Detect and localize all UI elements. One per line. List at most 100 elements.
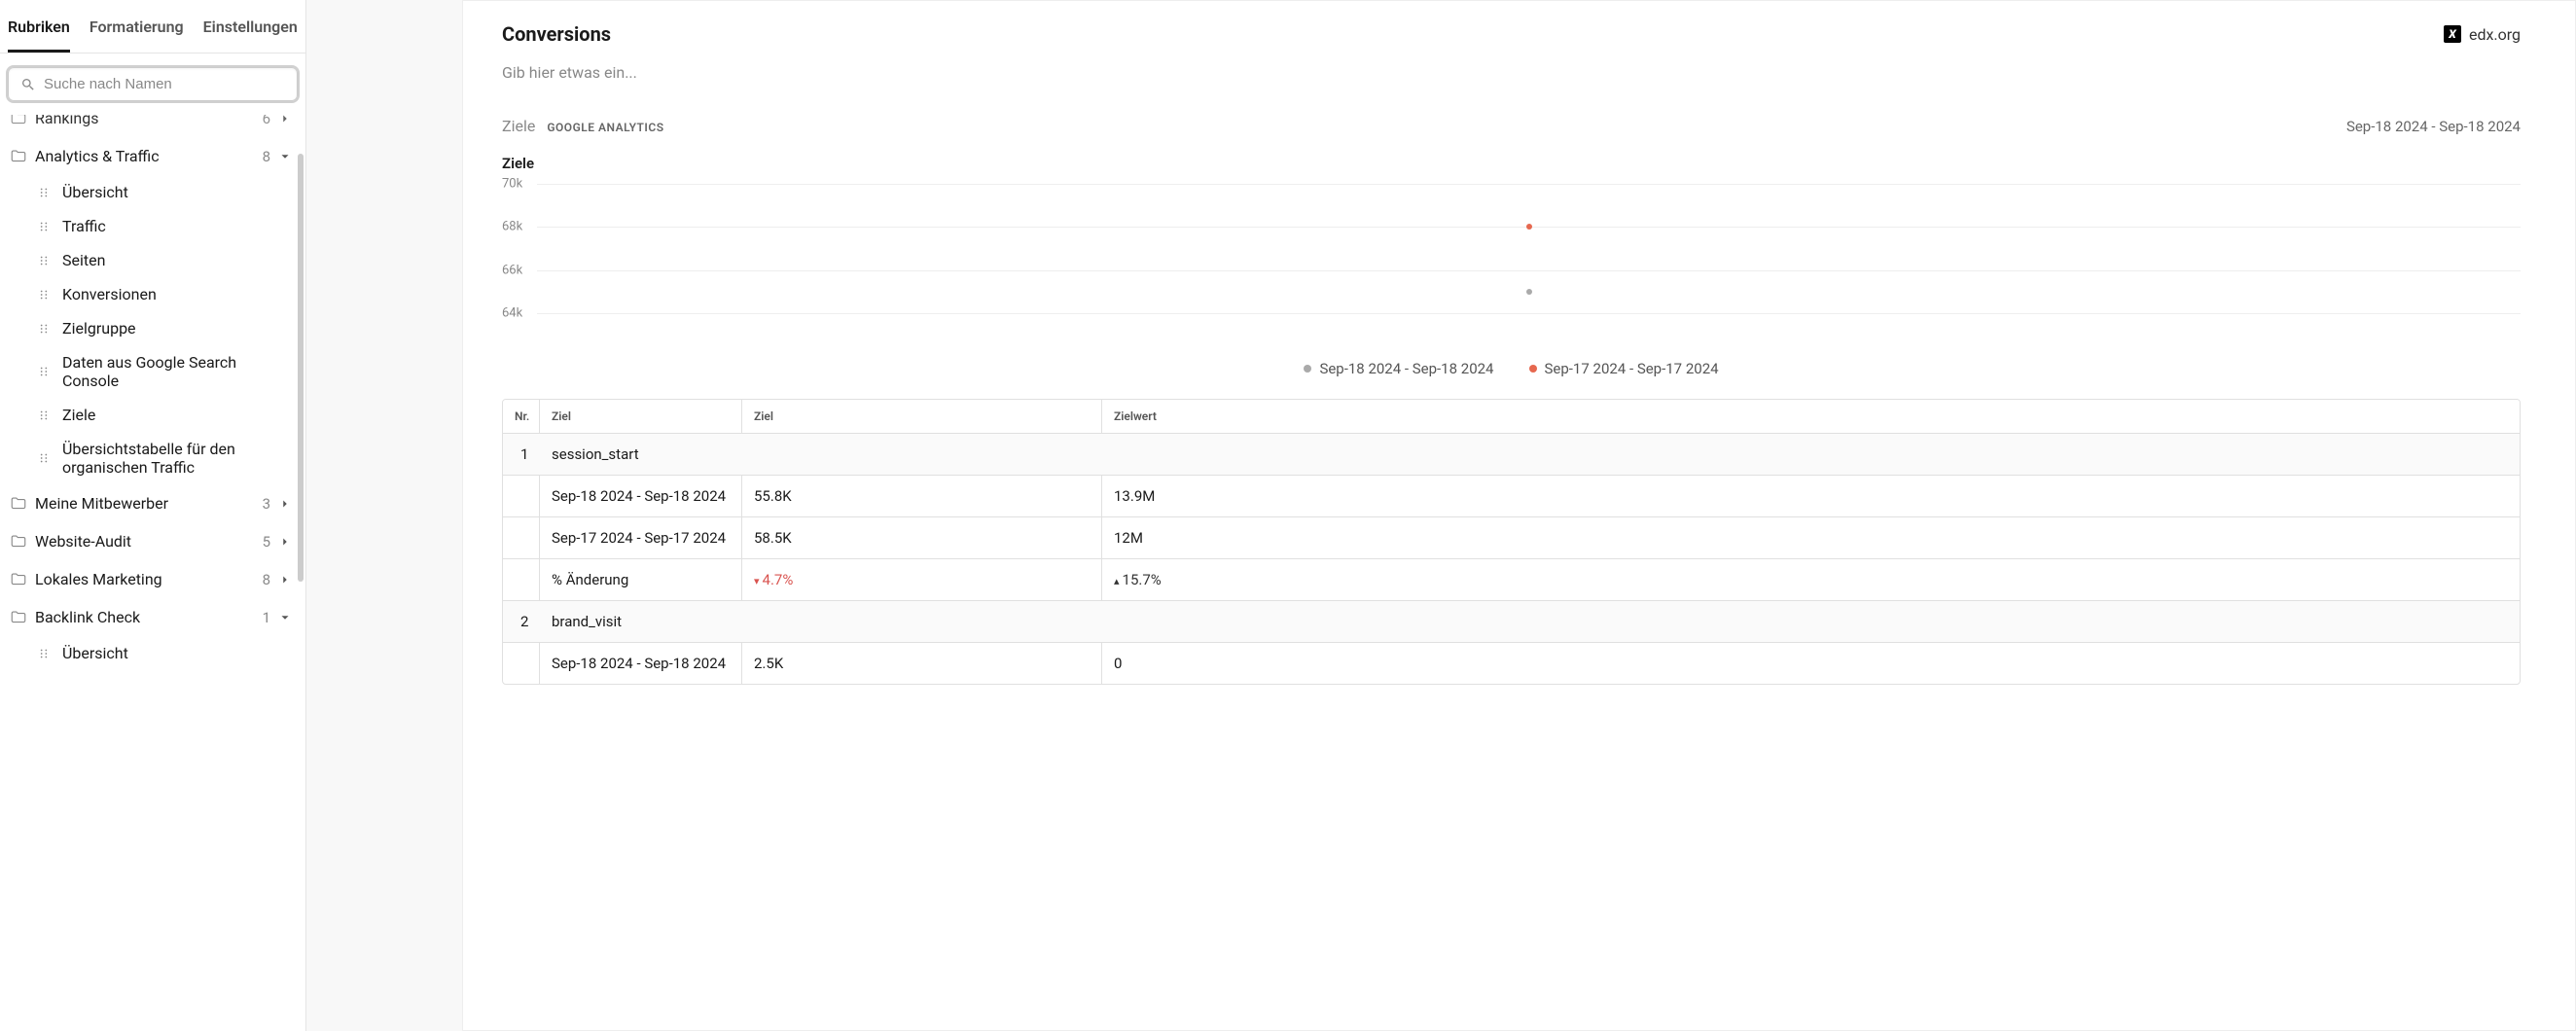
chart-point[interactable]	[1526, 224, 1532, 230]
nav-group-label: Rankings	[35, 115, 255, 127]
nav-group-count: 6	[263, 115, 270, 127]
nav-group-count: 8	[263, 148, 270, 165]
chart-point[interactable]	[1526, 289, 1532, 295]
chevron-right-icon	[278, 115, 292, 125]
background-gap	[306, 0, 462, 1031]
nav-group-label: Website-Audit	[35, 532, 255, 551]
th-ziel-value[interactable]: Ziel	[742, 400, 1102, 433]
chart-plot	[537, 184, 2521, 335]
nav-group-rankings[interactable]: Rankings 6	[0, 115, 305, 137]
change-label: % Änderung	[540, 559, 742, 600]
search-input[interactable]	[44, 76, 285, 92]
period-label: Sep-18 2024 - Sep-18 2024	[540, 476, 742, 516]
tab-einstellungen[interactable]: Einstellungen	[203, 18, 298, 53]
drag-handle-icon[interactable]	[37, 647, 51, 660]
nav-group-label: Lokales Marketing	[35, 570, 255, 588]
table-header: Nr. Ziel Ziel Zielwert	[503, 400, 2520, 433]
nav-group[interactable]: Analytics & Traffic 8	[0, 137, 305, 175]
nav-group-label: Meine Mitbewerber	[35, 494, 255, 513]
drag-handle-icon[interactable]	[37, 322, 51, 336]
page-title: Conversions	[502, 22, 611, 46]
date-range: Sep-18 2024 - Sep-18 2024	[2346, 118, 2521, 135]
drag-handle-icon[interactable]	[37, 254, 51, 267]
nav-item-label: Übersicht	[62, 644, 128, 662]
nav-group-label: Analytics & Traffic	[35, 147, 255, 165]
nav-group[interactable]: Backlink Check1	[0, 598, 305, 636]
folder-icon	[10, 115, 27, 127]
brand-icon: X	[2444, 25, 2461, 43]
goals-table: Nr. Ziel Ziel Zielwert 1session_startSep…	[502, 399, 2521, 685]
th-zielwert[interactable]: Zielwert	[1102, 400, 2520, 433]
table-goal-row[interactable]: 2brand_visit	[503, 600, 2520, 642]
folder-icon	[10, 148, 27, 165]
grid-line	[537, 184, 2521, 185]
nav-item[interactable]: Übersicht	[0, 175, 305, 209]
legend-label: Sep-17 2024 - Sep-17 2024	[1545, 360, 1719, 377]
y-axis-tick: 68k	[502, 220, 522, 234]
drag-handle-icon[interactable]	[37, 220, 51, 233]
nav-item-label: Ziele	[62, 406, 95, 424]
nav-item-label: Daten aus Google Search Console	[62, 353, 290, 390]
legend-series-a[interactable]: Sep-18 2024 - Sep-18 2024	[1304, 360, 1493, 377]
drag-handle-icon[interactable]	[37, 451, 51, 465]
goal-name: brand_visit	[540, 601, 633, 642]
tab-formatierung[interactable]: Formatierung	[89, 18, 184, 53]
drag-handle-icon[interactable]	[37, 409, 51, 422]
chart: 70k68k66k64k	[502, 184, 2521, 335]
nav-item[interactable]: Zielgruppe	[0, 311, 305, 345]
nav-group[interactable]: Lokales Marketing8	[0, 560, 305, 598]
tab-rubriken[interactable]: Rubriken	[8, 18, 70, 53]
period-label: Sep-17 2024 - Sep-17 2024	[540, 517, 742, 558]
page-header: Conversions X edx.org	[502, 22, 2521, 46]
nav-group-count: 3	[263, 495, 270, 513]
legend-dot-icon	[1529, 365, 1537, 373]
scrollbar-thumb[interactable]	[298, 154, 304, 582]
scrollbar[interactable]	[296, 154, 305, 1031]
goal-wert: 13.9M	[1102, 476, 2520, 516]
goal-value: 2.5K	[742, 643, 1102, 684]
period-label: Sep-18 2024 - Sep-18 2024	[540, 643, 742, 684]
nav-item[interactable]: Konversionen	[0, 277, 305, 311]
th-nr[interactable]: Nr.	[503, 400, 540, 433]
chevron-down-icon	[278, 611, 292, 624]
table-row: Sep-18 2024 - Sep-18 20242.5K0	[503, 642, 2520, 684]
th-ziel[interactable]: Ziel	[540, 400, 742, 433]
table-row: Sep-18 2024 - Sep-18 202455.8K13.9M	[503, 475, 2520, 516]
search-box[interactable]	[8, 67, 298, 101]
nav-item[interactable]: Übersichtstabelle für den organischen Tr…	[0, 432, 305, 484]
legend-label: Sep-18 2024 - Sep-18 2024	[1319, 360, 1493, 377]
goal-name: session_start	[540, 434, 651, 475]
folder-icon	[10, 533, 27, 551]
page-subtitle[interactable]: Gib hier etwas ein...	[502, 63, 2521, 82]
nav-item[interactable]: Übersicht	[0, 636, 305, 670]
table-row: Sep-17 2024 - Sep-17 202458.5K12M	[503, 516, 2520, 558]
nav-item[interactable]: Ziele	[0, 398, 305, 432]
nav-item[interactable]: Daten aus Google Search Console	[0, 345, 305, 398]
table-row-change: % Änderung4.7%15.7%	[503, 558, 2520, 600]
sidebar: Rubriken Formatierung Einstellungen Rank…	[0, 0, 306, 1031]
change-value: 15.7%	[1114, 571, 1162, 588]
nav-item[interactable]: Seiten	[0, 243, 305, 277]
goal-wert: 0	[1102, 643, 2520, 684]
nav-list[interactable]: Rankings 6 Analytics & Traffic 8 Übersicht…	[0, 115, 305, 1031]
chevron-right-icon	[278, 573, 292, 587]
nav-item[interactable]: Traffic	[0, 209, 305, 243]
goal-index: 1	[503, 434, 540, 475]
table-goal-row[interactable]: 1session_start	[503, 433, 2520, 475]
brand-text: edx.org	[2469, 25, 2521, 44]
search-container	[0, 53, 305, 115]
nav-item-label: Seiten	[62, 251, 105, 269]
nav-group[interactable]: Meine Mitbewerber 3	[0, 484, 305, 522]
section-label: Ziele	[502, 117, 535, 135]
nav-item-label: Konversionen	[62, 285, 157, 303]
main-content: Conversions X edx.org Gib hier etwas ein…	[462, 0, 2576, 1031]
nav-group[interactable]: Website-Audit5	[0, 522, 305, 560]
drag-handle-icon[interactable]	[37, 288, 51, 302]
drag-handle-icon[interactable]	[37, 186, 51, 199]
search-icon	[20, 77, 36, 92]
drag-handle-icon[interactable]	[37, 365, 51, 378]
legend-series-b[interactable]: Sep-17 2024 - Sep-17 2024	[1529, 360, 1719, 377]
chevron-right-icon	[278, 535, 292, 549]
folder-icon	[10, 571, 27, 588]
chart-title: Ziele	[502, 155, 2521, 172]
